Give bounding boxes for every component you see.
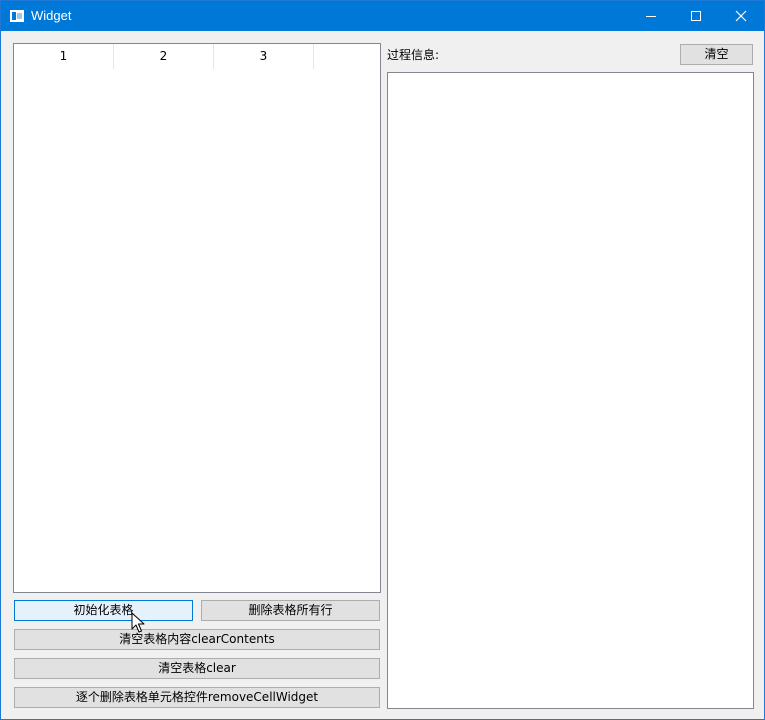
minimize-icon [646, 16, 656, 17]
app-window-icon [10, 10, 24, 22]
clear-contents-button[interactable]: 清空表格内容clearContents [14, 629, 380, 650]
main-window: Widget 1 2 3 初始化表格 删除表格所有行 清空表格内容clearCo… [0, 0, 765, 720]
remove-cell-widget-button[interactable]: 逐个删除表格单元格控件removeCellWidget [14, 687, 380, 708]
clear-log-button[interactable]: 清空 [680, 44, 753, 65]
column-header[interactable]: 3 [214, 44, 314, 69]
maximize-icon [691, 11, 701, 21]
window-title: Widget [31, 8, 72, 23]
init-table-button[interactable]: 初始化表格 [14, 600, 193, 621]
clear-table-button[interactable]: 清空表格clear [14, 658, 380, 679]
table-header: 1 2 3 [14, 44, 380, 69]
column-header[interactable]: 2 [114, 44, 214, 69]
log-textarea[interactable] [387, 72, 754, 709]
mouse-pointer-icon [131, 612, 145, 633]
delete-all-rows-button[interactable]: 删除表格所有行 [201, 600, 380, 621]
column-header[interactable]: 1 [14, 44, 114, 69]
maximize-button[interactable] [673, 1, 719, 31]
table-widget[interactable]: 1 2 3 [13, 43, 381, 593]
close-icon [735, 10, 747, 22]
minimize-button[interactable] [628, 1, 674, 31]
title-bar[interactable]: Widget [1, 1, 764, 31]
log-label: 过程信息: [387, 48, 440, 62]
close-button[interactable] [718, 1, 764, 31]
column-header[interactable] [314, 44, 380, 69]
